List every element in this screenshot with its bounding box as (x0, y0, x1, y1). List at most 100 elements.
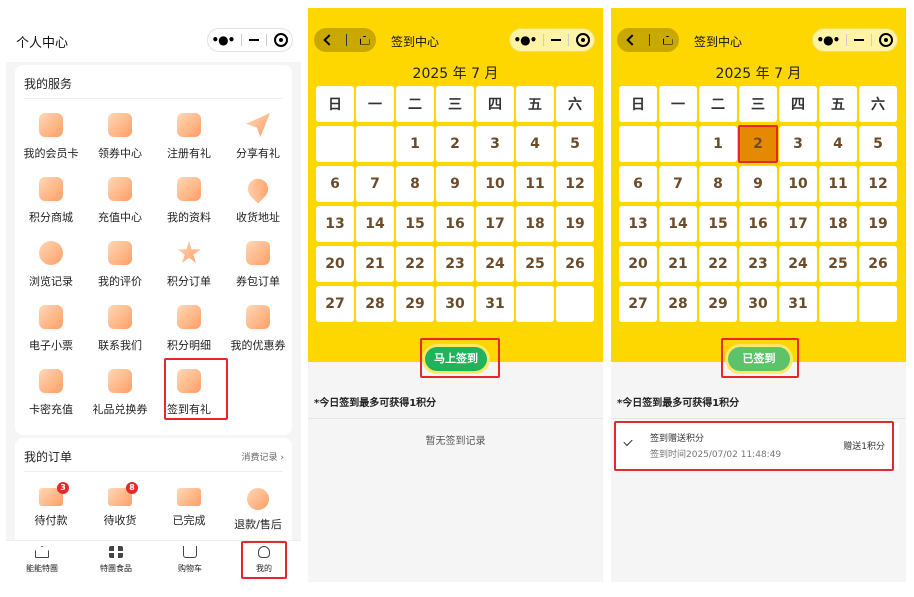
calendar-day[interactable]: 23 (739, 246, 777, 282)
calendar-day[interactable]: 5 (556, 126, 594, 162)
service-item[interactable]: 我的资料 (154, 177, 224, 225)
tab-cart[interactable]: 购物车 (160, 546, 220, 574)
calendar-day[interactable]: 3 (779, 126, 817, 162)
service-item[interactable]: 券包订单 (223, 241, 293, 289)
calendar-day[interactable]: 21 (356, 246, 394, 282)
more-icon[interactable]: •●• (817, 33, 841, 47)
service-item[interactable]: 充值中心 (85, 177, 155, 225)
tab-home[interactable]: 能能特團 (12, 546, 72, 574)
calendar-day[interactable]: 29 (699, 286, 737, 322)
order-item[interactable]: 8 待收货 (85, 482, 155, 528)
nav-capsule[interactable] (314, 28, 376, 52)
calendar-day[interactable]: 4 (819, 126, 857, 162)
calendar-day[interactable]: 21 (659, 246, 697, 282)
more-icon[interactable]: •●• (212, 33, 236, 47)
calendar-day[interactable]: 7 (356, 166, 394, 202)
tab-category[interactable]: 特團食品 (86, 546, 146, 574)
calendar-day[interactable]: 1 (396, 126, 434, 162)
calendar-day[interactable]: 17 (779, 206, 817, 242)
order-item[interactable]: 已完成 (154, 488, 224, 528)
service-item[interactable]: 积分商城 (16, 177, 86, 225)
calendar-day[interactable]: 22 (699, 246, 737, 282)
calendar-day[interactable]: 12 (556, 166, 594, 202)
service-item[interactable]: 我的评价 (85, 241, 155, 289)
calendar-day[interactable]: 30 (436, 286, 474, 322)
calendar-day[interactable]: 23 (436, 246, 474, 282)
service-item[interactable]: 积分订单 (154, 241, 224, 289)
calendar-day[interactable]: 19 (556, 206, 594, 242)
calendar-day[interactable]: 24 (779, 246, 817, 282)
nav-capsule[interactable] (617, 28, 679, 52)
service-item[interactable]: 分享有礼 (223, 113, 293, 161)
calendar-day[interactable]: 18 (819, 206, 857, 242)
service-item[interactable]: 我的优惠券 (223, 305, 293, 353)
service-item[interactable]: 电子小票 (16, 305, 86, 353)
calendar-day[interactable]: 19 (859, 206, 897, 242)
calendar-day[interactable]: 11 (516, 166, 554, 202)
home-icon[interactable] (662, 35, 673, 45)
miniprogram-menu-capsule[interactable]: •●• (509, 28, 595, 52)
calendar-day[interactable]: 9 (739, 166, 777, 202)
calendar-day[interactable]: 16 (739, 206, 777, 242)
minimize-icon[interactable] (854, 39, 865, 41)
sign-in-now-button[interactable]: 马上签到 (425, 347, 487, 371)
service-item[interactable]: 礼品兑换券 (85, 369, 155, 417)
calendar-day[interactable]: 7 (659, 166, 697, 202)
calendar-day[interactable]: 20 (619, 246, 657, 282)
calendar-day[interactable]: 31 (476, 286, 514, 322)
calendar-day[interactable]: 8 (396, 166, 434, 202)
calendar-day[interactable]: 16 (436, 206, 474, 242)
home-icon[interactable] (359, 35, 370, 45)
service-item[interactable]: 我的会员卡 (16, 113, 86, 161)
miniprogram-menu-capsule[interactable]: •●• (812, 28, 898, 52)
calendar-day[interactable]: 18 (516, 206, 554, 242)
miniprogram-menu-capsule[interactable]: •●• (207, 28, 293, 52)
calendar-day[interactable]: 8 (699, 166, 737, 202)
calendar-day[interactable]: 10 (779, 166, 817, 202)
calendar-day[interactable]: 13 (619, 206, 657, 242)
calendar-day[interactable]: 27 (619, 286, 657, 322)
calendar-day[interactable]: 24 (476, 246, 514, 282)
minimize-icon[interactable] (551, 39, 562, 41)
calendar-day[interactable]: 2 (436, 126, 474, 162)
calendar-day[interactable]: 5 (859, 126, 897, 162)
calendar-day[interactable]: 22 (396, 246, 434, 282)
calendar-day[interactable]: 25 (819, 246, 857, 282)
calendar-day[interactable]: 14 (659, 206, 697, 242)
calendar-day[interactable]: 28 (356, 286, 394, 322)
calendar-day[interactable]: 29 (396, 286, 434, 322)
service-item[interactable]: 浏览记录 (16, 241, 86, 289)
back-icon[interactable] (322, 34, 335, 46)
calendar-day[interactable]: 15 (396, 206, 434, 242)
calendar-day[interactable]: 15 (699, 206, 737, 242)
calendar-day[interactable]: 6 (316, 166, 354, 202)
consumption-records-link[interactable]: 消费记录 › (242, 450, 284, 463)
service-item[interactable]: 注册有礼 (154, 113, 224, 161)
close-miniprogram-icon[interactable] (274, 33, 289, 47)
calendar-day[interactable]: 26 (859, 246, 897, 282)
order-item[interactable]: 3 待付款 (16, 482, 86, 528)
back-icon[interactable] (625, 34, 638, 46)
calendar-day[interactable]: 14 (356, 206, 394, 242)
calendar-day[interactable]: 1 (699, 126, 737, 162)
minimize-icon[interactable] (249, 39, 260, 41)
calendar-day[interactable]: 12 (859, 166, 897, 202)
service-item[interactable]: 积分明细 (154, 305, 224, 353)
calendar-day[interactable]: 11 (819, 166, 857, 202)
calendar-day[interactable]: 17 (476, 206, 514, 242)
calendar-day[interactable]: 25 (516, 246, 554, 282)
calendar-day[interactable]: 9 (436, 166, 474, 202)
service-item[interactable]: 领券中心 (85, 113, 155, 161)
calendar-day[interactable]: 3 (476, 126, 514, 162)
service-item[interactable]: 卡密充值 (16, 369, 86, 417)
calendar-day[interactable]: 31 (779, 286, 817, 322)
calendar-day[interactable]: 6 (619, 166, 657, 202)
service-item[interactable]: 收货地址 (223, 174, 293, 225)
order-item[interactable]: 退款/售后 (223, 488, 293, 532)
calendar-day[interactable]: 4 (516, 126, 554, 162)
calendar-day[interactable]: 30 (739, 286, 777, 322)
calendar-day[interactable]: 13 (316, 206, 354, 242)
calendar-day[interactable]: 26 (556, 246, 594, 282)
calendar-day[interactable]: 20 (316, 246, 354, 282)
more-icon[interactable]: •●• (514, 33, 538, 47)
